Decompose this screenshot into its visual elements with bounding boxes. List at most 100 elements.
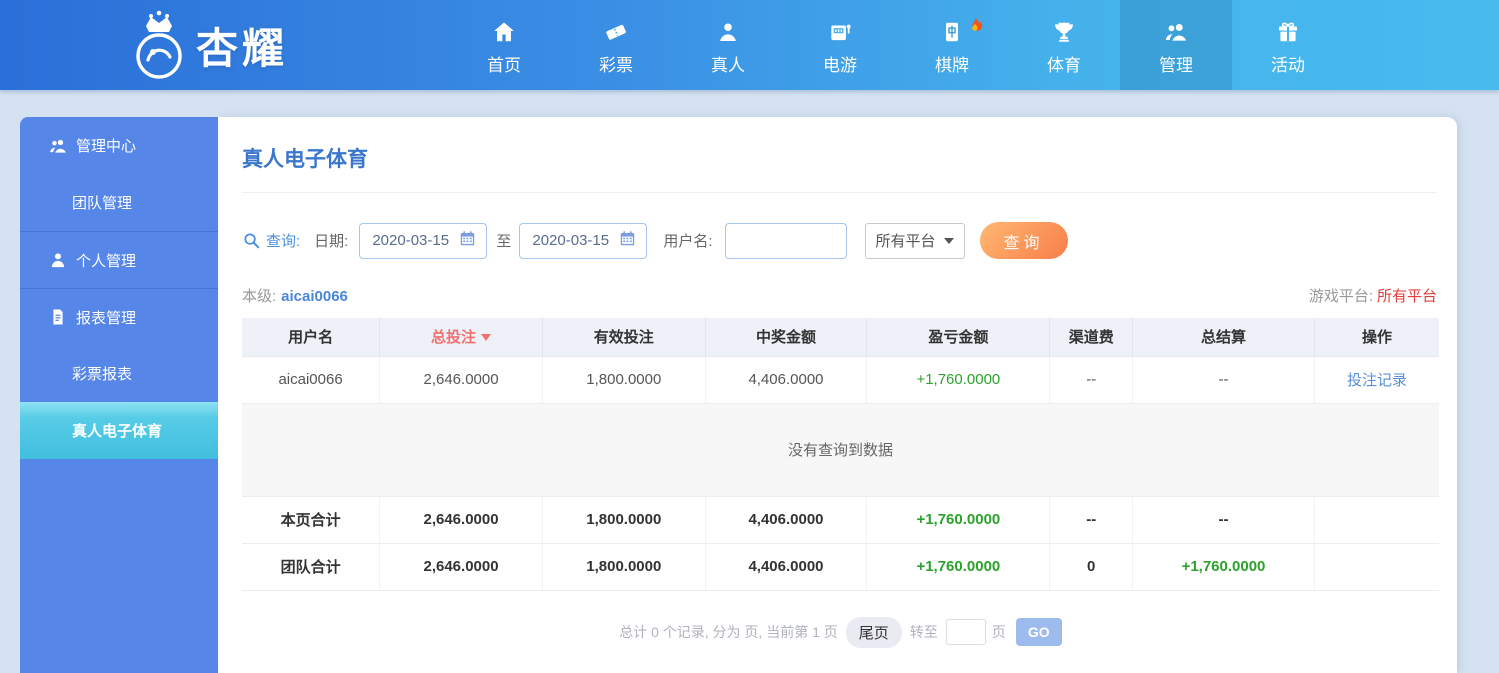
sidebar-item-label: 报表管理 <box>76 309 137 327</box>
pagination-summary: 总计 0 个记录, 分为 页, 当前第 1 页 <box>619 624 838 640</box>
brand-logo[interactable]: 杏耀 <box>126 6 288 84</box>
col-header-profit-loss: 盈亏金额 <box>866 318 1051 357</box>
crown-emblem-icon <box>126 6 192 84</box>
sidebar-item-personal-manage[interactable]: 个人管理 <box>20 231 218 288</box>
cell-label: 团队合计 <box>242 543 381 591</box>
sidebar-item-live-esports[interactable]: 真人电子体育 <box>20 402 218 459</box>
sidebar-item-manage-center[interactable]: 管理中心 <box>20 117 218 174</box>
date-from-input[interactable]: 2020-03-15 <box>359 222 488 259</box>
sidebar-item-report-manage[interactable]: 报表管理 <box>20 288 218 345</box>
nav-item-promos[interactable]: 活动 <box>1232 0 1344 90</box>
bet-records-link[interactable]: 投注记录 <box>1314 356 1439 404</box>
search-icon <box>242 231 261 250</box>
nav-item-live[interactable]: 真人 <box>672 0 784 90</box>
search-submit-button[interactable]: 查询 <box>979 222 1068 259</box>
cell-channel-fee: -- <box>1049 496 1134 544</box>
trophy-icon <box>1051 15 1077 45</box>
cell-username: aicai0066 <box>242 356 381 404</box>
platform-select-value: 所有平台 <box>875 233 936 250</box>
cell-win-amount: 4,406.0000 <box>705 543 868 591</box>
go-button[interactable]: GO <box>1015 618 1062 646</box>
nav-item-lottery[interactable]: 彩票 <box>560 0 672 90</box>
live-person-icon <box>715 15 741 45</box>
calendar-icon[interactable] <box>458 229 477 252</box>
sidebar-item-label: 彩票报表 <box>72 366 133 383</box>
sidebar-item-team-manage[interactable]: 团队管理 <box>20 174 218 231</box>
nav-item-egames[interactable]: 电游 <box>784 0 896 90</box>
level-row: 本级: aicai0066 游戏平台: 所有平台 <box>242 285 1437 306</box>
col-header-win-amount: 中奖金额 <box>705 318 868 357</box>
pagination: 总计 0 个记录, 分为 页, 当前第 1 页 尾页 转至 页 GO <box>242 616 1439 648</box>
sidebar-item-label: 管理中心 <box>76 138 137 155</box>
hot-flame-icon <box>964 16 986 38</box>
last-page-button[interactable]: 尾页 <box>845 616 902 648</box>
cell-channel-fee: -- <box>1049 356 1134 404</box>
empty-state-row: 没有查询到数据 <box>242 403 1439 497</box>
game-platform-value: 所有平台 <box>1376 288 1437 305</box>
cell-settlement: +1,760.0000 <box>1132 543 1315 591</box>
cell-actions <box>1314 496 1439 544</box>
sidebar-item-label: 真人电子体育 <box>72 423 163 440</box>
people-icon <box>48 136 68 156</box>
cell-profit-loss: +1,760.0000 <box>866 356 1051 404</box>
gift-icon <box>1275 15 1301 45</box>
report-table: 用户名 总投注 有效投注 中奖金额 盈亏金额 渠道费 总结算 操作 aicai0… <box>242 318 1439 591</box>
query-label: 查询: <box>266 233 301 250</box>
empty-state-text: 没有查询到数据 <box>242 403 1439 497</box>
nav-item-sports[interactable]: 体育 <box>1008 0 1120 90</box>
goto-label: 转至 <box>909 624 938 640</box>
col-header-channel-fee: 渠道费 <box>1049 318 1134 357</box>
team-total-row: 团队合计 2,646.0000 1,800.0000 4,406.0000 +1… <box>242 543 1439 591</box>
col-header-actions: 操作 <box>1314 318 1439 357</box>
nav-item-label: 彩票 <box>599 55 633 75</box>
person-icon <box>48 250 68 270</box>
page-title: 真人电子体育 <box>242 148 368 171</box>
nav-item-manage[interactable]: 管理 <box>1120 0 1232 90</box>
cell-channel-fee: 0 <box>1049 543 1134 591</box>
sidebar-item-label: 团队管理 <box>72 195 133 212</box>
nav-item-chess[interactable]: 棋牌 <box>896 0 1008 90</box>
col-header-total-bets[interactable]: 总投注 <box>379 318 543 357</box>
nav-item-label: 真人 <box>711 55 745 75</box>
date-from-value: 2020-03-15 <box>372 232 450 249</box>
date-to-input[interactable]: 2020-03-15 <box>519 222 648 259</box>
page-total-row: 本页合计 2,646.0000 1,800.0000 4,406.0000 +1… <box>242 496 1439 544</box>
sidebar: 管理中心 团队管理 个人管理 报表管理 彩票报表 真人电子体育 <box>20 117 218 673</box>
table-row: aicai0066 2,646.0000 1,800.0000 4,406.00… <box>242 356 1439 404</box>
cell-settlement: -- <box>1132 356 1315 404</box>
mahjong-tile-icon <box>939 15 965 45</box>
search-bar: 查询: 日期: 2020-03-15 至 2020-03-15 用户名: 所有平… <box>242 222 1437 259</box>
platform-select[interactable]: 所有平台 <box>864 222 965 259</box>
ticket-icon <box>603 15 629 45</box>
cell-win-amount: 4,406.0000 <box>705 356 868 404</box>
cell-label: 本页合计 <box>242 496 381 544</box>
report-document-icon <box>48 307 68 327</box>
brand-name: 杏耀 <box>196 24 289 72</box>
sidebar-item-label: 个人管理 <box>76 252 137 270</box>
cell-actions <box>1314 543 1439 591</box>
nav-item-label: 棋牌 <box>935 55 969 75</box>
nav-item-label: 活动 <box>1271 55 1305 75</box>
cell-win-amount: 4,406.0000 <box>705 496 868 544</box>
cell-valid-bets: 1,800.0000 <box>542 356 706 404</box>
nav-item-home[interactable]: 首页 <box>448 0 560 90</box>
divider <box>242 192 1437 193</box>
people-icon <box>1163 15 1189 45</box>
col-header-valid-bets: 有效投注 <box>542 318 706 357</box>
to-label: 至 <box>496 233 512 250</box>
goto-page-input[interactable] <box>945 619 986 645</box>
level-username: aicai0066 <box>281 288 348 305</box>
sidebar-item-lottery-report[interactable]: 彩票报表 <box>20 345 218 402</box>
level-label: 本级: <box>242 288 277 305</box>
cell-settlement: -- <box>1132 496 1315 544</box>
col-header-settlement: 总结算 <box>1132 318 1315 357</box>
sort-desc-icon <box>481 334 492 342</box>
username-input[interactable] <box>724 222 847 259</box>
cell-total-bets: 2,646.0000 <box>379 496 543 544</box>
game-platform-label: 游戏平台: <box>1308 288 1373 305</box>
calendar-icon[interactable] <box>618 229 637 252</box>
nav-item-label: 电游 <box>823 55 857 75</box>
col-header-username: 用户名 <box>242 318 381 357</box>
date-label: 日期: <box>314 233 349 250</box>
content-card: 真人电子体育 查询: 日期: 2020-03-15 至 2020-03-15 用 <box>218 117 1457 673</box>
